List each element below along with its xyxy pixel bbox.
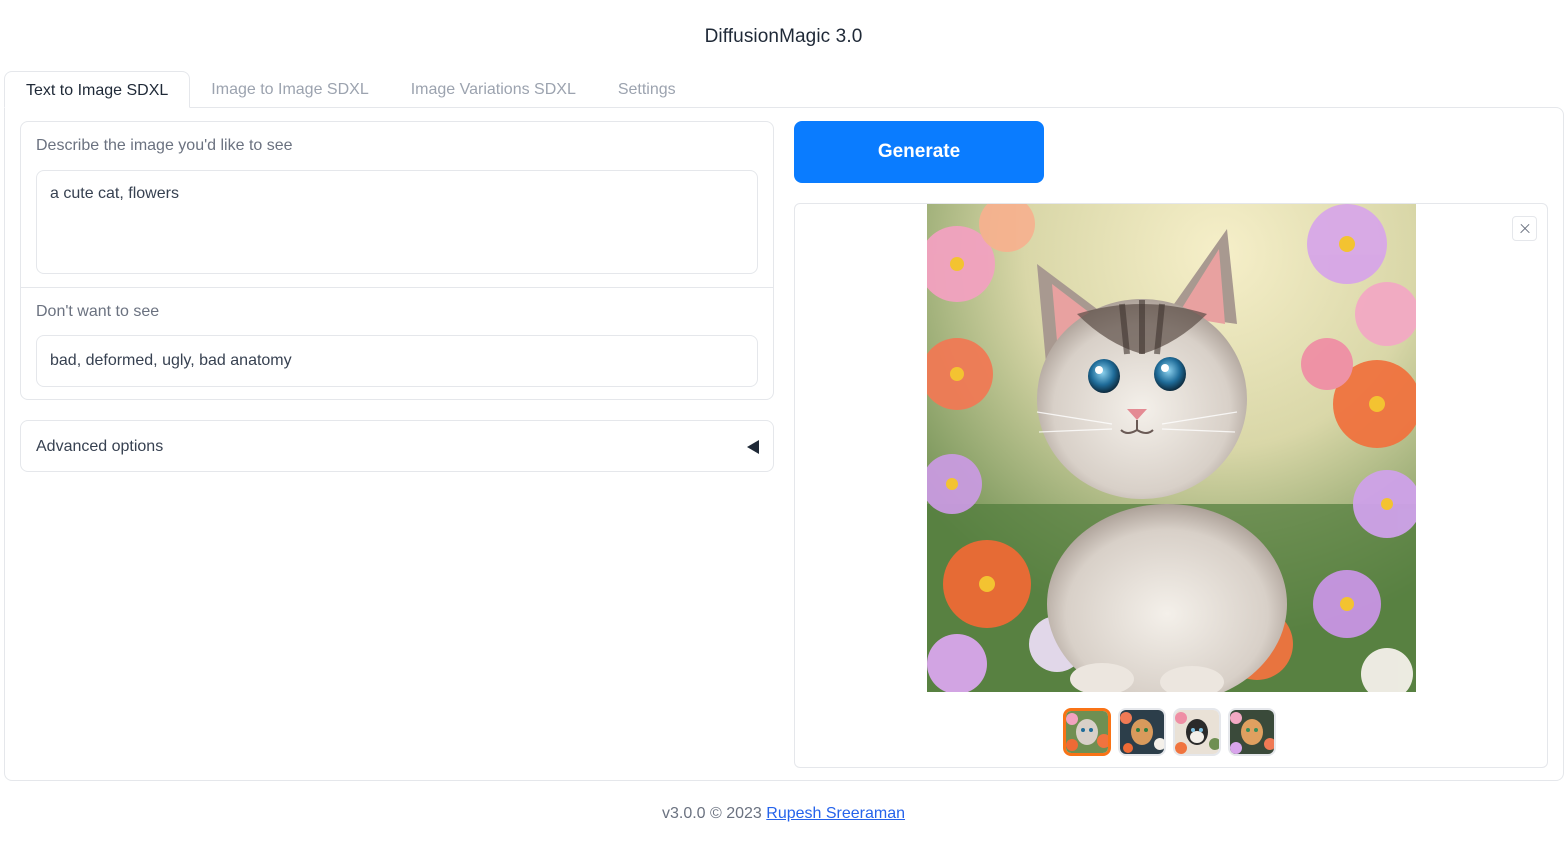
- footer-text: v3.0.0 © 2023: [661, 805, 767, 822]
- tab-text-to-image[interactable]: Text to Image SDXL: [4, 71, 191, 108]
- generate-button[interactable]: Generate: [794, 121, 1044, 183]
- gallery-thumbnail[interactable]: [1063, 708, 1111, 756]
- image-gallery: [794, 203, 1548, 768]
- tab-image-to-image[interactable]: Image to Image SDXL: [190, 71, 389, 108]
- thumbnail-strip: [1063, 708, 1276, 756]
- generated-image: [927, 204, 1416, 692]
- footer: v3.0.0 © 2023 Rupesh Sreeraman: [0, 805, 1567, 823]
- gallery-thumbnail[interactable]: [1173, 708, 1221, 756]
- negative-prompt-input[interactable]: bad, deformed, ugly, bad anatomy: [36, 335, 758, 387]
- caret-left-icon: [747, 440, 759, 454]
- gallery-thumbnail[interactable]: [1118, 708, 1166, 756]
- author-link[interactable]: Rupesh Sreeraman: [766, 805, 905, 822]
- tab-image-variations[interactable]: Image Variations SDXL: [390, 71, 597, 108]
- negative-prompt-label: Don't want to see: [36, 303, 160, 320]
- prompt-textarea[interactable]: a cute cat, flowers: [36, 170, 758, 274]
- prompt-card: Describe the image you'd like to see a c…: [20, 121, 774, 400]
- advanced-options-label: Advanced options: [36, 438, 164, 455]
- prompt-label: Describe the image you'd like to see: [36, 137, 293, 154]
- advanced-options-accordion[interactable]: Advanced options: [20, 420, 774, 472]
- close-icon[interactable]: [1512, 216, 1537, 241]
- tab-bar: Text to Image SDXL Image to Image SDXL I…: [4, 71, 697, 108]
- gallery-thumbnail[interactable]: [1228, 708, 1276, 756]
- divider: [21, 287, 773, 288]
- tab-settings[interactable]: Settings: [597, 71, 697, 108]
- app-title: DiffusionMagic 3.0: [704, 26, 863, 47]
